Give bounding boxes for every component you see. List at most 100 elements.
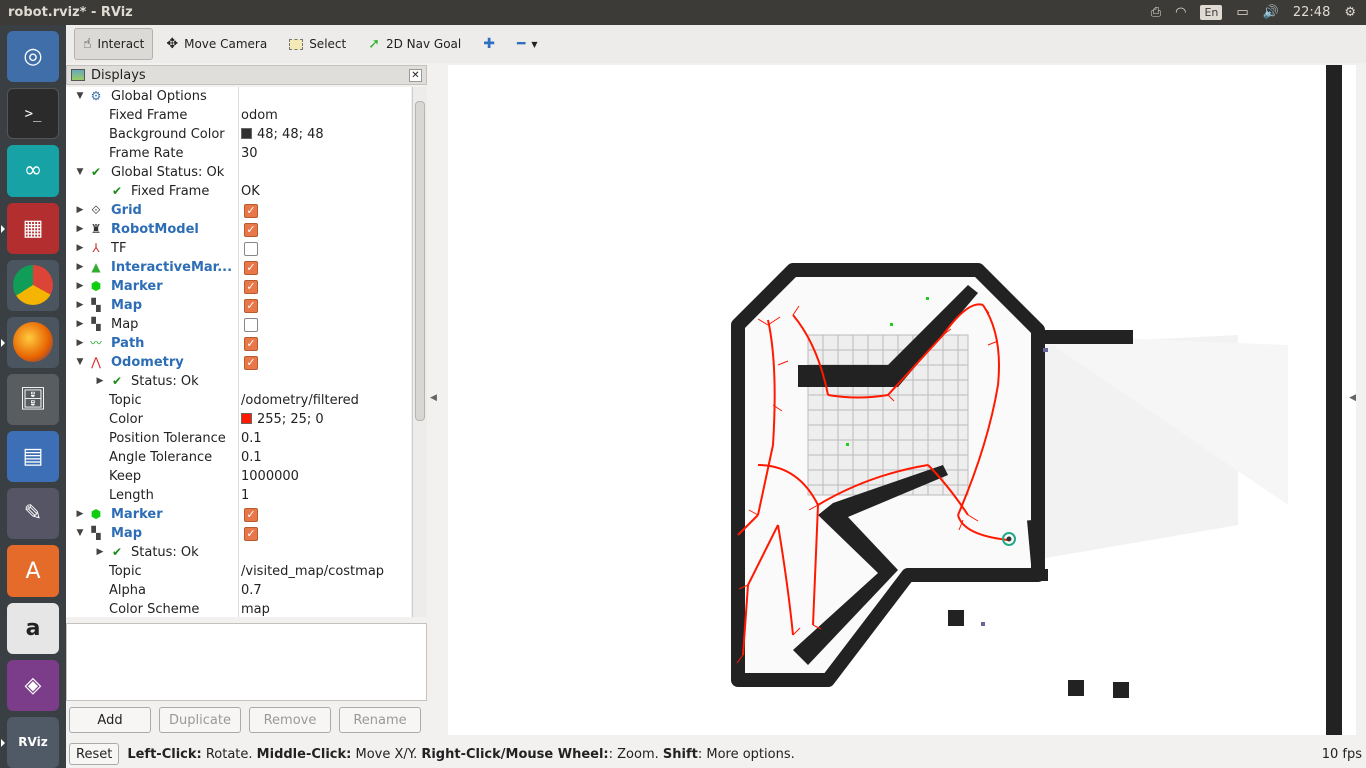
collapsed-arrow-icon[interactable]: ▶	[94, 372, 106, 391]
property-value[interactable]: OK	[241, 182, 260, 201]
rename-button[interactable]: Rename	[339, 707, 421, 733]
display-name: Status: Ok	[131, 374, 199, 389]
display-name: Map	[111, 526, 143, 541]
collapsed-arrow-icon[interactable]: ▶	[74, 296, 86, 315]
reset-button[interactable]: Reset	[69, 743, 120, 765]
collapsed-arrow-icon[interactable]: ▶	[74, 334, 86, 353]
printer-icon[interactable]: ⎙	[1151, 5, 1161, 20]
obstacle	[948, 610, 964, 626]
monitor-icon	[71, 69, 85, 81]
arduino-icon[interactable]: ∞	[7, 145, 59, 197]
collapsed-arrow-icon[interactable]: ▶	[74, 315, 86, 334]
files-icon[interactable]: 🗄	[7, 373, 59, 426]
collapse-left-icon[interactable]: ◀	[430, 393, 437, 403]
expanded-arrow-icon[interactable]: ▼	[74, 87, 86, 106]
collapse-right-icon[interactable]: ◀	[1349, 393, 1356, 403]
fps-indicator: 10 fps	[1321, 746, 1362, 762]
remove-tool-button[interactable]: ━ ▼	[508, 28, 547, 60]
marker-point	[981, 622, 985, 626]
display-name: Global Status: Ok	[111, 165, 225, 180]
displays-scrollbar[interactable]	[412, 87, 427, 617]
property-value[interactable]: 30	[241, 144, 258, 163]
robot-model-icon: ♜	[90, 222, 102, 236]
property-value-text: 30	[241, 146, 258, 161]
enabled-checkbox[interactable]	[244, 242, 258, 256]
rviz-icon[interactable]: RViz	[1, 716, 59, 768]
collapsed-arrow-icon[interactable]: ▶	[94, 543, 106, 562]
close-icon[interactable]: ✕	[409, 68, 422, 82]
collapsed-arrow-icon[interactable]: ▶	[74, 220, 86, 239]
property-value[interactable]: odom	[241, 106, 278, 125]
grid-icon: ⟐	[91, 203, 101, 217]
expanded-arrow-icon[interactable]: ▼	[74, 353, 86, 372]
remove-button[interactable]: Remove	[249, 707, 331, 733]
collapsed-arrow-icon[interactable]: ▶	[74, 277, 86, 296]
collapsed-arrow-icon[interactable]: ▶	[74, 201, 86, 220]
property-value[interactable]: 1	[241, 486, 249, 505]
terminator-icon[interactable]: ▦	[1, 202, 59, 254]
enabled-checkbox[interactable]: ✓	[244, 280, 258, 294]
enabled-checkbox[interactable]	[244, 318, 258, 332]
firefox-icon[interactable]	[1, 316, 59, 368]
keyboard-layout-indicator[interactable]: En	[1200, 5, 1223, 20]
tool-label: Select	[309, 37, 347, 51]
terminal-icon[interactable]: >_	[7, 88, 59, 140]
3d-render-view[interactable]: ◀	[448, 65, 1356, 735]
property-value[interactable]: map	[241, 600, 270, 617]
enabled-checkbox[interactable]: ✓	[244, 356, 258, 370]
chrome-icon[interactable]	[7, 259, 59, 311]
property-value[interactable]: 1000000	[241, 467, 299, 486]
nav-goal-tool-button[interactable]: ➚ 2D Nav Goal	[359, 28, 470, 60]
collapsed-arrow-icon[interactable]: ▶	[74, 258, 86, 277]
property-value[interactable]: /odometry/filtered	[241, 391, 359, 410]
text-editor-icon[interactable]: ✎	[7, 488, 59, 540]
duplicate-button[interactable]: Duplicate	[159, 707, 241, 733]
property-value[interactable]: 0.1	[241, 448, 262, 467]
add-tool-button[interactable]: ✚	[474, 28, 504, 60]
clock[interactable]: 22:48	[1293, 5, 1330, 20]
dconf-icon[interactable]: ◈	[7, 659, 59, 711]
color-swatch	[241, 413, 252, 424]
ubuntu-dash-icon[interactable]: ◎	[7, 31, 59, 83]
collapsed-arrow-icon[interactable]: ▶	[74, 505, 86, 524]
scrollbar-thumb[interactable]	[415, 101, 425, 421]
select-icon	[289, 38, 304, 50]
map-visualization[interactable]	[448, 65, 1356, 735]
path-icon: 〰	[89, 336, 102, 350]
displays-title: Displays	[91, 67, 146, 83]
property-value[interactable]: 0.1	[241, 429, 262, 448]
battery-icon[interactable]: ▭	[1236, 5, 1248, 20]
panel-splitter[interactable]: ◀	[430, 65, 438, 735]
description-area	[66, 623, 427, 701]
select-tool-button[interactable]: Select	[280, 28, 355, 60]
settings-gear-icon[interactable]: ⚙	[1344, 5, 1356, 20]
property-value-text: 0.1	[241, 450, 262, 465]
add-button[interactable]: Add	[69, 707, 151, 733]
system-tray: ⎙ ◠ En ▭ 🔊 22:48 ⚙	[1151, 5, 1366, 20]
volume-icon[interactable]: 🔊	[1263, 5, 1279, 20]
expanded-arrow-icon[interactable]: ▼	[74, 524, 86, 543]
enabled-checkbox[interactable]: ✓	[244, 337, 258, 351]
display-name: Topic	[109, 393, 142, 408]
enabled-checkbox[interactable]: ✓	[244, 508, 258, 522]
property-value[interactable]: 48; 48; 48	[241, 125, 324, 144]
property-value[interactable]: 0.7	[241, 581, 262, 600]
displays-button-row: Add Duplicate Remove Rename	[66, 707, 427, 735]
expanded-arrow-icon[interactable]: ▼	[74, 163, 86, 182]
enabled-checkbox[interactable]: ✓	[244, 204, 258, 218]
enabled-checkbox[interactable]: ✓	[244, 527, 258, 541]
hint-key: Right-Click/Mouse Wheel:	[421, 746, 609, 762]
enabled-checkbox[interactable]: ✓	[244, 299, 258, 313]
minus-icon: ━	[516, 36, 526, 52]
collapsed-arrow-icon[interactable]: ▶	[74, 239, 86, 258]
move-camera-tool-button[interactable]: ✥ Move Camera	[157, 28, 276, 60]
amazon-icon[interactable]: a	[7, 602, 59, 654]
property-value[interactable]: /visited_map/costmap	[241, 562, 384, 581]
interact-tool-button[interactable]: ☝ Interact	[74, 28, 154, 60]
property-value[interactable]: 255; 25; 0	[241, 410, 324, 429]
enabled-checkbox[interactable]: ✓	[244, 223, 258, 237]
writer-icon[interactable]: ▤	[7, 431, 59, 483]
enabled-checkbox[interactable]: ✓	[244, 261, 258, 275]
wifi-icon[interactable]: ◠	[1175, 5, 1186, 20]
software-center-icon[interactable]: A	[7, 545, 59, 597]
